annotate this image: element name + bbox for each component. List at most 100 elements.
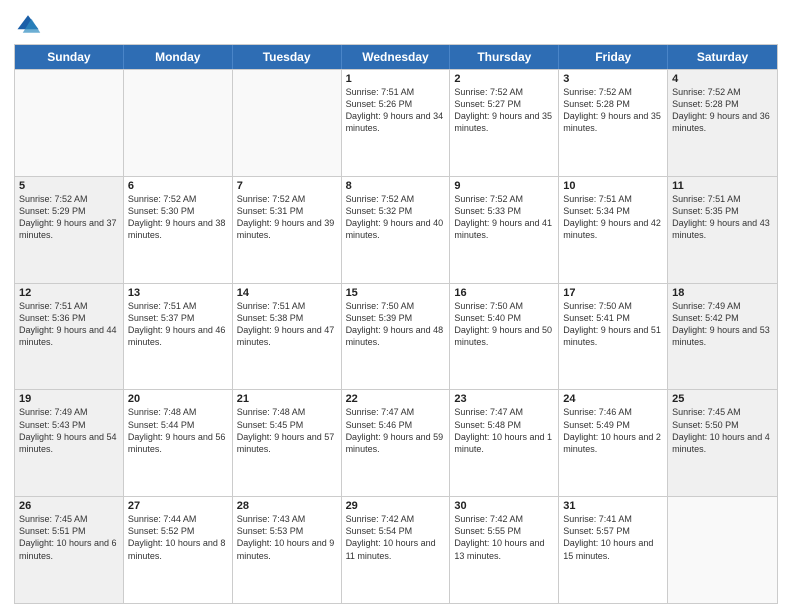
day-info: Sunrise: 7:52 AM Sunset: 5:29 PM Dayligh… bbox=[19, 193, 119, 242]
day-number: 9 bbox=[454, 180, 554, 192]
header bbox=[14, 10, 778, 38]
week-3: 12Sunrise: 7:51 AM Sunset: 5:36 PM Dayli… bbox=[15, 283, 777, 390]
header-day-saturday: Saturday bbox=[668, 45, 777, 69]
day-cell-18: 18Sunrise: 7:49 AM Sunset: 5:42 PM Dayli… bbox=[668, 284, 777, 390]
page: SundayMondayTuesdayWednesdayThursdayFrid… bbox=[0, 0, 792, 612]
day-cell-6: 6Sunrise: 7:52 AM Sunset: 5:30 PM Daylig… bbox=[124, 177, 233, 283]
week-2: 5Sunrise: 7:52 AM Sunset: 5:29 PM Daylig… bbox=[15, 176, 777, 283]
day-cell-21: 21Sunrise: 7:48 AM Sunset: 5:45 PM Dayli… bbox=[233, 390, 342, 496]
day-number: 17 bbox=[563, 287, 663, 299]
day-info: Sunrise: 7:51 AM Sunset: 5:36 PM Dayligh… bbox=[19, 300, 119, 349]
day-number: 19 bbox=[19, 393, 119, 405]
day-cell-22: 22Sunrise: 7:47 AM Sunset: 5:46 PM Dayli… bbox=[342, 390, 451, 496]
day-cell-31: 31Sunrise: 7:41 AM Sunset: 5:57 PM Dayli… bbox=[559, 497, 668, 603]
day-info: Sunrise: 7:47 AM Sunset: 5:46 PM Dayligh… bbox=[346, 406, 446, 455]
day-info: Sunrise: 7:49 AM Sunset: 5:42 PM Dayligh… bbox=[672, 300, 773, 349]
day-number: 26 bbox=[19, 500, 119, 512]
day-cell-24: 24Sunrise: 7:46 AM Sunset: 5:49 PM Dayli… bbox=[559, 390, 668, 496]
logo-icon bbox=[14, 10, 42, 38]
day-number: 16 bbox=[454, 287, 554, 299]
day-number: 15 bbox=[346, 287, 446, 299]
day-cell-9: 9Sunrise: 7:52 AM Sunset: 5:33 PM Daylig… bbox=[450, 177, 559, 283]
day-number: 12 bbox=[19, 287, 119, 299]
empty-cell-0-2 bbox=[233, 70, 342, 176]
empty-cell-4-6 bbox=[668, 497, 777, 603]
day-number: 14 bbox=[237, 287, 337, 299]
day-cell-17: 17Sunrise: 7:50 AM Sunset: 5:41 PM Dayli… bbox=[559, 284, 668, 390]
day-info: Sunrise: 7:51 AM Sunset: 5:35 PM Dayligh… bbox=[672, 193, 773, 242]
day-number: 25 bbox=[672, 393, 773, 405]
day-cell-25: 25Sunrise: 7:45 AM Sunset: 5:50 PM Dayli… bbox=[668, 390, 777, 496]
day-info: Sunrise: 7:52 AM Sunset: 5:28 PM Dayligh… bbox=[563, 86, 663, 135]
day-cell-2: 2Sunrise: 7:52 AM Sunset: 5:27 PM Daylig… bbox=[450, 70, 559, 176]
day-info: Sunrise: 7:52 AM Sunset: 5:33 PM Dayligh… bbox=[454, 193, 554, 242]
day-cell-27: 27Sunrise: 7:44 AM Sunset: 5:52 PM Dayli… bbox=[124, 497, 233, 603]
day-info: Sunrise: 7:42 AM Sunset: 5:54 PM Dayligh… bbox=[346, 513, 446, 562]
day-cell-4: 4Sunrise: 7:52 AM Sunset: 5:28 PM Daylig… bbox=[668, 70, 777, 176]
week-1: 1Sunrise: 7:51 AM Sunset: 5:26 PM Daylig… bbox=[15, 69, 777, 176]
day-number: 13 bbox=[128, 287, 228, 299]
day-number: 30 bbox=[454, 500, 554, 512]
week-4: 19Sunrise: 7:49 AM Sunset: 5:43 PM Dayli… bbox=[15, 389, 777, 496]
empty-cell-0-0 bbox=[15, 70, 124, 176]
day-info: Sunrise: 7:51 AM Sunset: 5:34 PM Dayligh… bbox=[563, 193, 663, 242]
day-info: Sunrise: 7:52 AM Sunset: 5:32 PM Dayligh… bbox=[346, 193, 446, 242]
header-day-wednesday: Wednesday bbox=[342, 45, 451, 69]
day-info: Sunrise: 7:45 AM Sunset: 5:51 PM Dayligh… bbox=[19, 513, 119, 562]
day-info: Sunrise: 7:45 AM Sunset: 5:50 PM Dayligh… bbox=[672, 406, 773, 455]
day-number: 18 bbox=[672, 287, 773, 299]
day-number: 10 bbox=[563, 180, 663, 192]
day-cell-10: 10Sunrise: 7:51 AM Sunset: 5:34 PM Dayli… bbox=[559, 177, 668, 283]
day-info: Sunrise: 7:41 AM Sunset: 5:57 PM Dayligh… bbox=[563, 513, 663, 562]
day-cell-8: 8Sunrise: 7:52 AM Sunset: 5:32 PM Daylig… bbox=[342, 177, 451, 283]
day-info: Sunrise: 7:50 AM Sunset: 5:41 PM Dayligh… bbox=[563, 300, 663, 349]
day-info: Sunrise: 7:46 AM Sunset: 5:49 PM Dayligh… bbox=[563, 406, 663, 455]
day-info: Sunrise: 7:50 AM Sunset: 5:40 PM Dayligh… bbox=[454, 300, 554, 349]
day-cell-1: 1Sunrise: 7:51 AM Sunset: 5:26 PM Daylig… bbox=[342, 70, 451, 176]
day-info: Sunrise: 7:52 AM Sunset: 5:30 PM Dayligh… bbox=[128, 193, 228, 242]
day-info: Sunrise: 7:50 AM Sunset: 5:39 PM Dayligh… bbox=[346, 300, 446, 349]
day-info: Sunrise: 7:51 AM Sunset: 5:37 PM Dayligh… bbox=[128, 300, 228, 349]
day-number: 24 bbox=[563, 393, 663, 405]
day-info: Sunrise: 7:47 AM Sunset: 5:48 PM Dayligh… bbox=[454, 406, 554, 455]
day-cell-23: 23Sunrise: 7:47 AM Sunset: 5:48 PM Dayli… bbox=[450, 390, 559, 496]
day-cell-5: 5Sunrise: 7:52 AM Sunset: 5:29 PM Daylig… bbox=[15, 177, 124, 283]
day-number: 23 bbox=[454, 393, 554, 405]
calendar-body: 1Sunrise: 7:51 AM Sunset: 5:26 PM Daylig… bbox=[15, 69, 777, 603]
day-number: 22 bbox=[346, 393, 446, 405]
empty-cell-0-1 bbox=[124, 70, 233, 176]
day-cell-29: 29Sunrise: 7:42 AM Sunset: 5:54 PM Dayli… bbox=[342, 497, 451, 603]
week-5: 26Sunrise: 7:45 AM Sunset: 5:51 PM Dayli… bbox=[15, 496, 777, 603]
day-number: 7 bbox=[237, 180, 337, 192]
day-number: 27 bbox=[128, 500, 228, 512]
day-cell-11: 11Sunrise: 7:51 AM Sunset: 5:35 PM Dayli… bbox=[668, 177, 777, 283]
calendar-header-row: SundayMondayTuesdayWednesdayThursdayFrid… bbox=[15, 45, 777, 69]
day-info: Sunrise: 7:52 AM Sunset: 5:28 PM Dayligh… bbox=[672, 86, 773, 135]
day-number: 2 bbox=[454, 73, 554, 85]
day-cell-20: 20Sunrise: 7:48 AM Sunset: 5:44 PM Dayli… bbox=[124, 390, 233, 496]
day-number: 28 bbox=[237, 500, 337, 512]
logo bbox=[14, 10, 46, 38]
day-cell-3: 3Sunrise: 7:52 AM Sunset: 5:28 PM Daylig… bbox=[559, 70, 668, 176]
header-day-tuesday: Tuesday bbox=[233, 45, 342, 69]
day-cell-28: 28Sunrise: 7:43 AM Sunset: 5:53 PM Dayli… bbox=[233, 497, 342, 603]
day-number: 21 bbox=[237, 393, 337, 405]
day-info: Sunrise: 7:48 AM Sunset: 5:45 PM Dayligh… bbox=[237, 406, 337, 455]
day-info: Sunrise: 7:52 AM Sunset: 5:31 PM Dayligh… bbox=[237, 193, 337, 242]
day-info: Sunrise: 7:42 AM Sunset: 5:55 PM Dayligh… bbox=[454, 513, 554, 562]
day-number: 29 bbox=[346, 500, 446, 512]
day-number: 6 bbox=[128, 180, 228, 192]
day-info: Sunrise: 7:51 AM Sunset: 5:26 PM Dayligh… bbox=[346, 86, 446, 135]
day-info: Sunrise: 7:44 AM Sunset: 5:52 PM Dayligh… bbox=[128, 513, 228, 562]
day-cell-19: 19Sunrise: 7:49 AM Sunset: 5:43 PM Dayli… bbox=[15, 390, 124, 496]
day-cell-13: 13Sunrise: 7:51 AM Sunset: 5:37 PM Dayli… bbox=[124, 284, 233, 390]
day-info: Sunrise: 7:51 AM Sunset: 5:38 PM Dayligh… bbox=[237, 300, 337, 349]
day-cell-30: 30Sunrise: 7:42 AM Sunset: 5:55 PM Dayli… bbox=[450, 497, 559, 603]
day-number: 31 bbox=[563, 500, 663, 512]
day-cell-16: 16Sunrise: 7:50 AM Sunset: 5:40 PM Dayli… bbox=[450, 284, 559, 390]
day-cell-15: 15Sunrise: 7:50 AM Sunset: 5:39 PM Dayli… bbox=[342, 284, 451, 390]
day-number: 11 bbox=[672, 180, 773, 192]
header-day-friday: Friday bbox=[559, 45, 668, 69]
header-day-monday: Monday bbox=[124, 45, 233, 69]
day-cell-7: 7Sunrise: 7:52 AM Sunset: 5:31 PM Daylig… bbox=[233, 177, 342, 283]
